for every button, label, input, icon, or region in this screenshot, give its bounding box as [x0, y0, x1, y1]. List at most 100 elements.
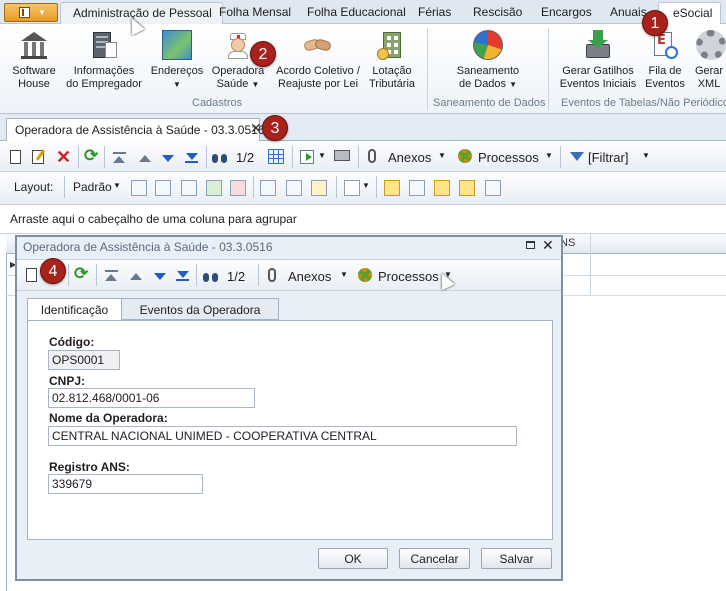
chevron-down-icon[interactable]: ▼	[340, 270, 348, 279]
binoculars-icon[interactable]	[212, 150, 228, 166]
refresh-icon[interactable]: ⟳	[74, 265, 90, 282]
layout-select[interactable]: Padrão	[73, 180, 112, 194]
toolbar-separator	[376, 176, 377, 198]
toolbar-separator	[96, 264, 97, 286]
app-menu-button[interactable]: ▼	[4, 3, 58, 22]
building-columns-icon	[19, 30, 49, 60]
saneamento-dados-button[interactable]: Saneamento de Dados ▼	[446, 30, 530, 91]
tab-anuais[interactable]: Anuais	[610, 5, 647, 19]
document-tab[interactable]: Operadora de Assistência à Saúde - 03.3.…	[6, 118, 265, 141]
gerar-gatilhos-button[interactable]: Gerar Gatilhos Eventos Iniciais	[556, 30, 640, 91]
font-icon[interactable]	[485, 180, 501, 196]
gerar-xml-label-2: XML	[697, 78, 721, 90]
close-icon[interactable]: ✕	[542, 237, 554, 254]
columns-icon[interactable]	[181, 180, 197, 196]
tab-rescisao[interactable]: Rescisão	[473, 5, 522, 19]
lotacao-tributaria-button[interactable]: Lotação Tributária	[364, 30, 420, 91]
chevron-down-icon[interactable]: ▼	[362, 181, 370, 190]
view-mode-icon[interactable]	[384, 180, 400, 196]
previous-record-icon[interactable]	[128, 268, 144, 284]
codigo-field[interactable]	[48, 350, 120, 370]
chevron-down-icon[interactable]: ▼	[545, 151, 553, 160]
gear-icon	[696, 30, 726, 60]
toolbar-separator	[104, 146, 105, 168]
group-by-icon[interactable]	[260, 180, 276, 196]
anexos-button[interactable]: Anexos	[388, 150, 431, 165]
acordo-coletivo-button[interactable]: Acordo Coletivo / Reajuste por Lei	[272, 30, 364, 91]
chevron-down-icon[interactable]: ▼	[642, 151, 650, 160]
toolbar-separator	[78, 146, 79, 168]
software-house-button[interactable]: Software House	[6, 30, 62, 91]
next-record-icon[interactable]	[160, 150, 176, 166]
toolbar-separator	[258, 264, 259, 286]
cnpj-field[interactable]	[48, 388, 255, 408]
footer-icon[interactable]	[409, 180, 425, 196]
gerar-xml-button[interactable]: Gerar XML	[692, 30, 726, 91]
informacoes-empregador-button[interactable]: Informações do Empregador	[64, 30, 144, 91]
handshake-icon	[302, 30, 333, 60]
app-menu-icon	[19, 7, 30, 18]
print-icon[interactable]	[334, 150, 350, 161]
informacoes-label-1: Informações	[73, 65, 135, 77]
processos-button[interactable]: Processos	[478, 150, 539, 165]
layout-label: Layout:	[14, 180, 54, 194]
last-record-icon[interactable]	[184, 150, 200, 166]
delete-layout-icon[interactable]	[155, 180, 171, 196]
group-label-eventos: Eventos de Tabelas/Não Periódicos	[561, 97, 726, 109]
fila-eventos-button[interactable]: E Fila de Eventos	[642, 30, 688, 91]
previous-record-icon[interactable]	[137, 150, 153, 166]
tab-eventos-operadora[interactable]: Eventos da Operadora	[121, 298, 279, 320]
filtrar-button[interactable]: [Filtrar]	[588, 150, 628, 165]
maximize-icon[interactable]	[526, 241, 535, 249]
preview-icon[interactable]	[459, 180, 475, 196]
registro-ans-field[interactable]	[48, 474, 203, 494]
import-layout-icon[interactable]	[206, 180, 222, 196]
chevron-down-icon: ▼	[173, 80, 181, 89]
first-record-icon[interactable]	[104, 268, 120, 284]
toolbar-separator	[68, 264, 69, 286]
operadora-label-1: Operadora	[211, 65, 265, 77]
codigo-label: Código:	[49, 335, 95, 349]
chevron-down-icon[interactable]: ▼	[438, 151, 446, 160]
next-record-icon[interactable]	[152, 268, 168, 284]
new-record-icon[interactable]	[26, 268, 37, 282]
dialog-anexos-button[interactable]: Anexos	[288, 269, 331, 284]
chevron-down-icon[interactable]: ▼	[318, 151, 326, 160]
ok-button[interactable]: OK	[318, 548, 388, 569]
first-record-icon[interactable]	[112, 150, 128, 166]
conditional-format-icon[interactable]	[311, 180, 327, 196]
grid-view-icon[interactable]	[268, 149, 284, 164]
delete-icon[interactable]: ✕	[56, 148, 72, 166]
tab-encargos[interactable]: Encargos	[541, 5, 592, 19]
enderecos-button[interactable]: Endereços ▼	[148, 30, 206, 91]
callout-3: 3	[262, 115, 288, 141]
tab-ferias[interactable]: Férias	[418, 5, 451, 19]
fila-label-2: Eventos	[645, 78, 685, 90]
auto-filter-icon[interactable]	[434, 180, 450, 196]
new-record-icon[interactable]	[10, 150, 21, 164]
chart-icon[interactable]	[344, 180, 360, 196]
save-button[interactable]: Salvar	[481, 548, 552, 569]
nome-operadora-field[interactable]	[48, 426, 517, 446]
last-record-icon[interactable]	[175, 268, 191, 284]
tab-folha-mensal[interactable]: Folha Mensal	[219, 5, 291, 19]
refresh-icon[interactable]: ⟳	[84, 147, 100, 164]
chevron-down-icon[interactable]: ▼	[113, 181, 121, 190]
lotacao-label-2: Tributária	[368, 78, 416, 90]
callout-2: 2	[250, 41, 276, 67]
callout-4: 4	[40, 258, 66, 284]
export-layout-icon[interactable]	[230, 180, 246, 196]
edit-icon[interactable]	[32, 150, 44, 164]
export-icon[interactable]	[300, 150, 314, 164]
sigma-icon[interactable]	[286, 180, 302, 196]
tab-administracao-pessoal[interactable]: Administração de Pessoal	[60, 2, 223, 24]
tab-identificacao[interactable]: Identificação	[27, 298, 122, 321]
cancel-button[interactable]: Cancelar	[399, 548, 470, 569]
acordo-label-1: Acordo Coletivo /	[276, 65, 360, 77]
dialog-processos-button[interactable]: Processos	[378, 269, 439, 284]
tab-folha-educacional[interactable]: Folha Educacional	[307, 5, 406, 19]
toolbar-separator	[196, 264, 197, 286]
toolbar-separator	[292, 146, 293, 168]
save-layout-icon[interactable]	[131, 180, 147, 196]
binoculars-icon[interactable]	[203, 269, 219, 285]
